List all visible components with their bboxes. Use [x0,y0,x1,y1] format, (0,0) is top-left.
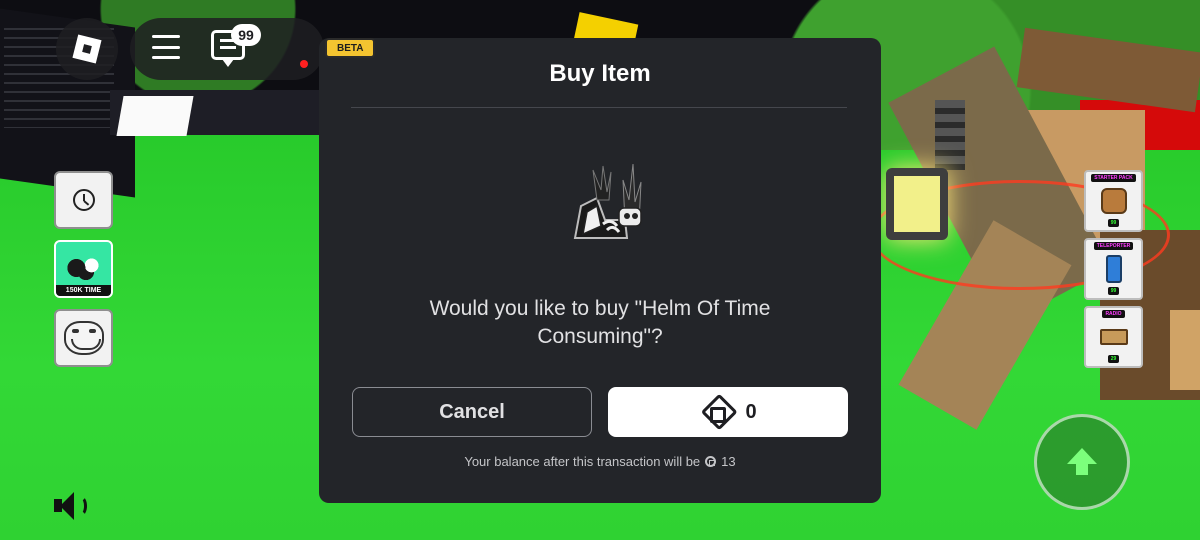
jump-button[interactable] [1034,414,1130,510]
price-label: 0 [745,400,757,423]
time-item-label: 150K TIME [56,285,111,296]
divider [351,107,847,108]
sign-board [116,96,194,136]
record-indicator [300,60,308,68]
cancel-button[interactable]: Cancel [352,387,592,437]
roblox-logo-icon [72,34,102,64]
troll-face-icon [63,321,104,355]
balance-value: 13 [721,454,736,469]
radio-icon [1099,328,1128,345]
up-arrow-icon [1067,448,1097,476]
lantern [886,168,948,240]
balance-text: Your balance after this transaction will… [464,454,701,469]
speaker-icon[interactable] [54,490,90,522]
tool-price: 99 [1107,219,1120,227]
emote-button[interactable] [54,309,113,367]
helm-item-thumbnail [573,163,642,239]
clock-button[interactable] [54,171,113,229]
tool-price: 99 [1107,287,1120,295]
hamburger-icon[interactable] [152,35,180,59]
chat-unread-badge: 99 [231,24,261,46]
tree-root [1170,310,1200,390]
beta-badge: BETA [325,38,376,58]
robux-icon [705,456,717,467]
clock-icon [72,189,95,211]
purchase-prompt: Would you like to buy "Helm Of Time Cons… [429,297,771,348]
buy-button[interactable]: 0 [608,387,848,437]
time-item-button[interactable]: 150K TIME [54,240,113,298]
chain [935,100,965,170]
modal-title: Buy Item [549,60,651,87]
tool-title: TELEPORTER [1093,242,1134,250]
tool-title: STARTER PACK [1091,174,1136,182]
tool-price: 29 [1107,355,1120,363]
tool-slot-teleporter[interactable]: TELEPORTER 99 [1084,238,1143,300]
balance-note: Your balance after this transaction will… [319,454,881,469]
teleporter-icon [1105,254,1122,283]
time-item-icon [64,255,103,281]
tool-slot-radio[interactable]: RADIO 29 [1084,306,1143,368]
robux-icon [699,396,731,428]
backpack-icon [1100,187,1127,214]
roblox-menu-button[interactable] [56,18,118,80]
tool-slot-starter-pack[interactable]: STARTER PACK 99 [1084,170,1143,232]
purchase-modal: Buy Item Would you like to buy "Helm Of … [319,38,881,503]
tool-title: RADIO [1102,310,1125,318]
